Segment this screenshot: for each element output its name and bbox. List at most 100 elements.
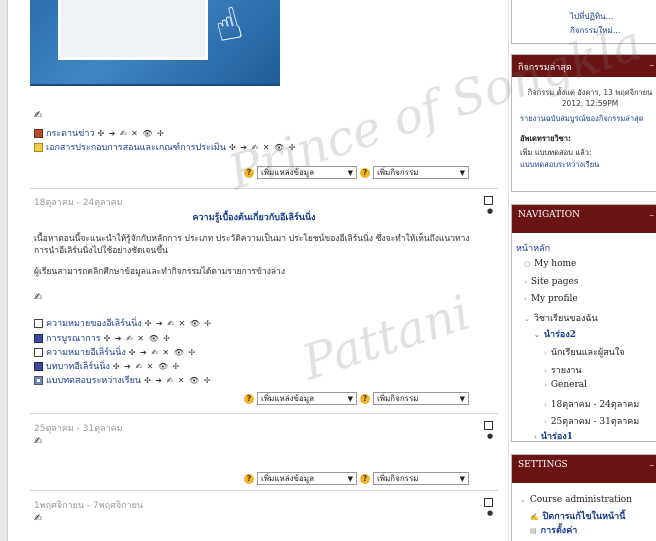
activity-edit-tools[interactable]: ✣ ➔ ✍ ✕ 👁 ✢: [104, 334, 171, 343]
activity-row: กระดานข่าว ✣ ➔ ✍ ✕ 👁 ✢: [34, 126, 165, 140]
chevron-down-icon: ▼: [459, 168, 465, 177]
block-title: กิจกรรมล่าสุด: [518, 63, 572, 73]
help-icon[interactable]: ?: [360, 473, 370, 484]
nav-course-section[interactable]: › 25ตุลาคม - 31ตุลาคม: [544, 414, 639, 428]
chevron-right-icon: ›: [544, 367, 547, 375]
course-banner-image: ☝: [30, 0, 280, 86]
section-edit-summary[interactable]: ✍: [34, 436, 42, 447]
eye-icon[interactable]: ●: [487, 432, 493, 440]
nav-course-section[interactable]: › 18ตุลาคม - 24ตุลาคม: [544, 397, 639, 411]
collapse-icon[interactable]: –: [650, 211, 655, 221]
chevron-right-icon: ›: [524, 295, 527, 303]
settings-page-icon: ▤: [530, 526, 537, 535]
eye-icon[interactable]: ●: [487, 207, 493, 215]
eye-icon[interactable]: ●: [487, 509, 493, 517]
activity-link[interactable]: กระดานข่าว: [46, 126, 94, 140]
activity-link[interactable]: ความหมายของอีเลิร์นนิ่ง: [46, 316, 142, 330]
nav-home[interactable]: หน้าหลัก: [516, 241, 550, 255]
edit-icon[interactable]: ✍: [34, 436, 42, 447]
edit-icon: ✍: [530, 512, 539, 521]
course-content: ☝ ✍ กระดานข่าว ✣ ➔ ✍ ✕ 👁 ✢ เอกสารประกอบก…: [18, 0, 498, 541]
nav-course-current[interactable]: ⌄ นำร่อง2: [534, 327, 576, 341]
activity-link[interactable]: การบูรณาการ: [46, 331, 101, 345]
nav-label: รายงาน: [550, 366, 582, 376]
help-icon[interactable]: ?: [360, 167, 370, 178]
chevron-down-icon: ▼: [347, 168, 353, 177]
nav-course-section[interactable]: › General: [544, 380, 587, 390]
chevron-down-icon: ▼: [347, 474, 353, 483]
add-activity-select[interactable]: เพิ่มกิจกรรม ▼: [373, 166, 469, 179]
settings-block: SETTINGS – ⌄ Course administration ✍ ปิดกา…: [511, 454, 656, 541]
edit-icon[interactable]: ✍: [34, 110, 42, 121]
goto-calendar-link[interactable]: ไปที่ปฏิทิน...: [570, 10, 613, 23]
section-title: 18ตุลาคม - 24ตุลาคม: [34, 198, 123, 208]
chevron-down-icon: ▼: [459, 474, 465, 483]
add-resource-select[interactable]: เพิ่มแหล่งข้อมูล ▼: [257, 392, 357, 405]
section-heading: ความรู้เบื้องต้นเกี่ยวกับอีเลิร์นนิ่ง: [192, 213, 316, 223]
update-item-link[interactable]: แบบทดสอบระหว่างเรียน: [520, 159, 599, 171]
nav-label: My profile: [530, 294, 578, 304]
chevron-down-icon: ⌄: [524, 315, 530, 323]
activity-edit-tools[interactable]: ✣ ➔ ✍ ✕ 👁 ✢: [97, 129, 164, 138]
highlight-checkbox[interactable]: [484, 498, 493, 507]
help-icon[interactable]: ?: [360, 393, 370, 404]
nav-my-home[interactable]: ○ My home: [524, 259, 576, 269]
activity-link[interactable]: แบบทดสอบระหว่างเรียน: [46, 373, 141, 387]
update-line: เพิ่ม แบบทดสอบ แล้ว:: [520, 148, 592, 157]
chevron-down-icon: ▼: [347, 394, 353, 403]
recent-activity-header: กิจกรรมล่าสุด –: [512, 55, 656, 77]
chevron-right-icon: ›: [534, 432, 537, 441]
activity-edit-tools[interactable]: ✣ ➔ ✍ ✕ 👁 ✢: [229, 143, 296, 152]
full-report-link[interactable]: รายงานฉบับสมบูรณ์ของกิจกรรมล่าสุด: [520, 113, 644, 125]
activity-edit-tools[interactable]: ✣ ➔ ✍ ✕ 👁 ✢: [129, 348, 196, 357]
chevron-right-icon: ›: [544, 349, 547, 357]
chevron-right-icon: ›: [544, 381, 547, 389]
nav-site-pages[interactable]: › Site pages: [524, 277, 579, 287]
help-icon[interactable]: ?: [244, 473, 254, 484]
activity-link[interactable]: เอกสารประกอบการสอนและเกณฑ์การประเมิน: [46, 140, 226, 154]
chevron-right-icon: ›: [544, 418, 547, 426]
activity-edit-tools[interactable]: ✣ ➔ ✍ ✕ 👁 ✢: [145, 319, 212, 328]
section-instructions: ผู้เรียนสามารถคลิกศึกษาข้อมูลและทำกิจกรร…: [34, 267, 285, 277]
activity-edit-tools[interactable]: ✣ ➔ ✍ ✕ 👁 ✢: [144, 376, 211, 385]
nav-my-profile[interactable]: › My profile: [524, 294, 578, 304]
nav-label: Course administration: [529, 495, 632, 505]
add-activity-label: เพิ่มกิจกรรม: [377, 394, 419, 403]
section-title: 1พฤศจิกายน - 7พฤศจิกายน: [34, 501, 144, 511]
add-activity-select[interactable]: เพิ่มกิจกรรม ▼: [373, 472, 469, 485]
activity-link[interactable]: บทบาทอีเลิร์นนิ่ง: [46, 359, 110, 373]
activity-link[interactable]: ความหมายอีเลิร์นนิ่ง: [46, 345, 126, 359]
turn-editing-off-link[interactable]: ✍ ปิดการแก้ไขในหน้านี้: [530, 509, 625, 523]
course-updates-label: อัพเดทรายวิชา:: [520, 134, 571, 143]
section-edit-summary[interactable]: ✍: [34, 110, 42, 121]
nav-label: วิชาเรียนของฉัน: [533, 314, 598, 324]
section-edit-summary[interactable]: ✍: [34, 292, 42, 303]
collapse-icon[interactable]: –: [650, 61, 655, 71]
add-resource-select[interactable]: เพิ่มแหล่งข้อมูล ▼: [257, 166, 357, 179]
edit-icon[interactable]: ✍: [34, 292, 42, 303]
help-icon[interactable]: ?: [244, 393, 254, 404]
nav-course-section[interactable]: › รายงาน: [544, 363, 582, 377]
add-resource-select[interactable]: เพิ่มแหล่งข้อมูล ▼: [257, 472, 357, 485]
activity-since: กิจกรรม ตั้งแต่ อังคาร, 13 พฤศจิกายน 201…: [527, 88, 653, 108]
highlight-checkbox[interactable]: [484, 421, 493, 430]
course-administration[interactable]: ⌄ Course administration: [520, 495, 632, 505]
nav-course-section[interactable]: › นักเรียนและผู้สนใจ: [544, 345, 625, 359]
pointing-hand-icon: ☝: [208, 0, 248, 54]
edit-icon[interactable]: ✍: [34, 513, 42, 524]
book-icon: [34, 361, 43, 371]
collapse-icon[interactable]: –: [650, 461, 655, 471]
nav-course-other[interactable]: › นำร่อง1: [534, 429, 573, 443]
help-icon[interactable]: ?: [244, 167, 254, 178]
add-activity-select[interactable]: เพิ่มกิจกรรม ▼: [373, 392, 469, 405]
folder-icon: [34, 142, 43, 152]
settings-link[interactable]: ▤ การตั้งค่า: [530, 523, 577, 537]
chevron-right-icon: ›: [544, 401, 547, 409]
new-event-link[interactable]: กิจกรรมใหม่...: [570, 24, 620, 37]
nav-my-courses[interactable]: ⌄ วิชาเรียนของฉัน: [524, 311, 598, 325]
highlight-checkbox[interactable]: [484, 196, 493, 205]
section-divider: [30, 490, 498, 491]
activity-edit-tools[interactable]: ✣ ➔ ✍ ✕ 👁 ✢: [113, 362, 180, 371]
section-edit-summary[interactable]: ✍: [34, 513, 42, 524]
nav-home-label: หน้าหลัก: [516, 244, 551, 254]
